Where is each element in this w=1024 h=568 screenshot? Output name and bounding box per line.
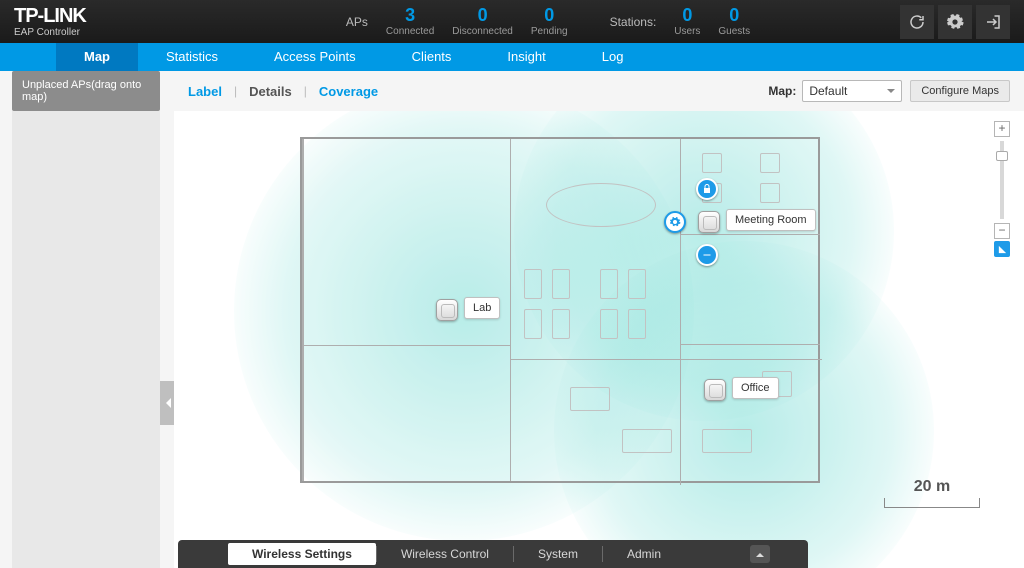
nav-insight[interactable]: Insight xyxy=(479,43,573,71)
ap-label-office[interactable]: Office xyxy=(732,377,779,399)
settings-button[interactable] xyxy=(938,5,972,39)
triangle-icon xyxy=(997,244,1008,255)
main-area: Lab Meeting Room Office + − 20 m xyxy=(0,111,1024,568)
stat-disconnected[interactable]: 0 Disconnected xyxy=(452,6,513,37)
map-scale: 20 m xyxy=(884,478,980,508)
brand: TP-LINK EAP Controller xyxy=(14,6,86,38)
zoom-in-button[interactable]: + xyxy=(994,121,1010,137)
tab-system[interactable]: System xyxy=(514,543,602,565)
tab-wireless-control[interactable]: Wireless Control xyxy=(377,543,513,565)
zoom-thumb[interactable] xyxy=(996,151,1008,161)
scale-value: 20 m xyxy=(884,478,980,496)
stat-users[interactable]: 0 Users xyxy=(674,6,700,37)
tab-wireless-settings[interactable]: Wireless Settings xyxy=(228,543,376,565)
nav-access-points[interactable]: Access Points xyxy=(246,43,384,71)
zoom-slider[interactable] xyxy=(1000,141,1004,219)
logout-button[interactable] xyxy=(976,5,1010,39)
primary-nav: Map Statistics Access Points Clients Ins… xyxy=(0,43,1024,71)
tab-admin[interactable]: Admin xyxy=(603,543,685,565)
nav-statistics[interactable]: Statistics xyxy=(138,43,246,71)
ap-action-settings[interactable] xyxy=(664,211,686,233)
subtab-label[interactable]: Label xyxy=(188,84,222,99)
refresh-icon xyxy=(908,13,926,31)
minus-icon xyxy=(701,249,713,261)
logout-icon xyxy=(984,13,1002,31)
map-canvas[interactable]: Lab Meeting Room Office + − 20 m xyxy=(174,111,1024,568)
nav-clients[interactable]: Clients xyxy=(384,43,480,71)
subtab-coverage[interactable]: Coverage xyxy=(319,84,378,99)
aps-label: APs xyxy=(346,15,368,29)
zoom-control: + − xyxy=(994,121,1010,239)
stat-guests[interactable]: 0 Guests xyxy=(718,6,750,37)
gear-icon xyxy=(946,13,964,31)
ap-device-office[interactable] xyxy=(704,379,726,401)
bottom-panel-tabs: Wireless Settings Wireless Control Syste… xyxy=(178,540,808,568)
stat-pending[interactable]: 0 Pending xyxy=(531,6,568,37)
measure-tool-button[interactable] xyxy=(994,241,1010,257)
sidebar-collapse-toggle[interactable] xyxy=(160,381,174,425)
refresh-button[interactable] xyxy=(900,5,934,39)
lock-icon xyxy=(701,183,713,195)
ap-action-remove[interactable] xyxy=(696,244,718,266)
ap-label-lab[interactable]: Lab xyxy=(464,297,500,319)
nav-log[interactable]: Log xyxy=(574,43,652,71)
ap-action-lock[interactable] xyxy=(696,178,718,200)
map-picker-label: Map: xyxy=(768,84,796,98)
panel-expand-toggle[interactable] xyxy=(750,545,770,563)
app-header: TP-LINK EAP Controller APs 3 Connected 0… xyxy=(0,0,1024,43)
header-stats: APs 3 Connected 0 Disconnected 0 Pending… xyxy=(346,6,750,37)
secondary-bar: Unplaced APs(drag onto map) Label | Deta… xyxy=(0,71,1024,111)
map-select[interactable]: Default xyxy=(802,80,902,102)
subtab-details[interactable]: Details xyxy=(249,84,292,99)
map-subtabs: Label | Details | Coverage xyxy=(188,84,378,99)
nav-map[interactable]: Map xyxy=(56,43,138,71)
configure-maps-button[interactable]: Configure Maps xyxy=(910,80,1010,102)
floorplan xyxy=(300,137,820,483)
gear-icon xyxy=(669,216,681,228)
scale-bar xyxy=(884,498,980,508)
ap-label-meeting[interactable]: Meeting Room xyxy=(726,209,816,231)
brand-subtitle: EAP Controller xyxy=(14,27,86,38)
stations-label: Stations: xyxy=(610,15,657,29)
unplaced-aps-panel[interactable] xyxy=(12,111,160,568)
stat-connected[interactable]: 3 Connected xyxy=(386,6,434,37)
unplaced-aps-panel-header[interactable]: Unplaced APs(drag onto map) xyxy=(12,71,160,111)
ap-device-lab[interactable] xyxy=(436,299,458,321)
zoom-out-button[interactable]: − xyxy=(994,223,1010,239)
ap-device-meeting[interactable] xyxy=(698,211,720,233)
brand-logo: TP-LINK xyxy=(14,6,86,26)
